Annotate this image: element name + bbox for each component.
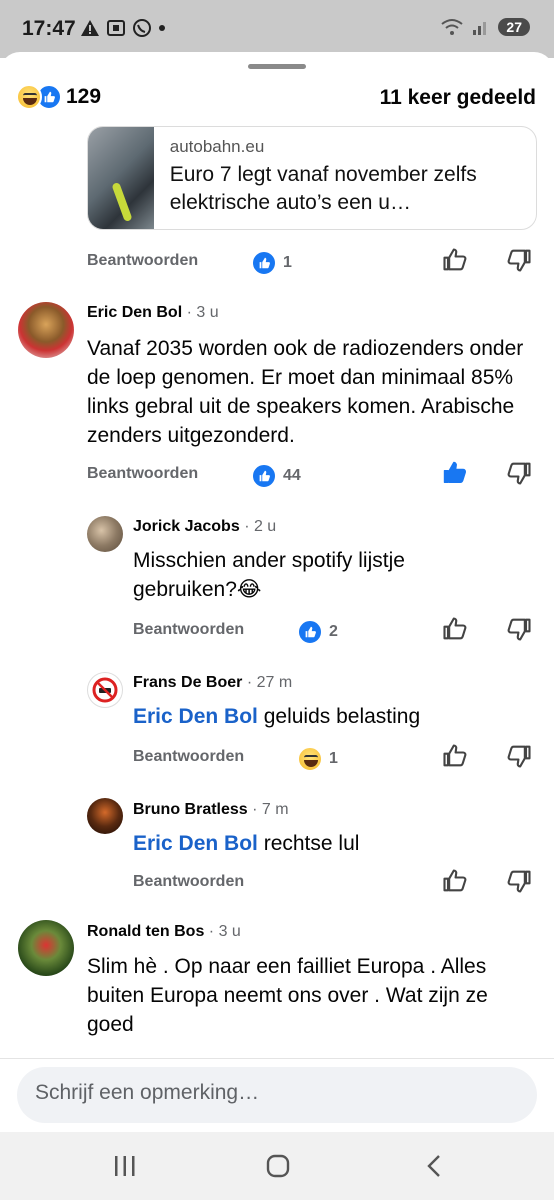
comment-text: Eric Den Bol geluids belasting [133,702,513,731]
thumbs-down-icon[interactable] [505,615,533,643]
mention-link[interactable]: Eric Den Bol [133,832,258,855]
comment-time: · 3 u [208,923,241,940]
comment-input[interactable]: Schrijf een opmerking… [17,1067,537,1123]
sheet-drag-handle[interactable] [248,64,306,69]
author-name[interactable]: Bruno Bratless [133,801,248,818]
comment-author[interactable]: Jorick Jacobs · 2 u [133,518,276,536]
comment-reactions[interactable]: 2 [297,619,338,645]
reply-button[interactable]: Beantwoorden [133,873,244,891]
status-time: 17:47 [22,17,76,40]
signal-icon [473,22,487,35]
comment-time: · 2 u [244,518,277,535]
thumbs-up-icon[interactable] [441,742,469,770]
comment-text: Eric Den Bol rechtse lul [133,829,513,858]
warning-icon [81,20,99,36]
comment-text: Misschien ander spotify lijstje gebruike… [133,549,405,601]
like-reaction-icon [251,463,277,489]
mention-link[interactable]: Eric Den Bol [133,705,258,728]
thumbs-up-filled-icon[interactable] [441,459,469,487]
thumbs-down-icon[interactable] [505,742,533,770]
screenshot-icon [107,20,125,36]
comment-reactions[interactable]: 44 [251,463,301,489]
reaction-count: 129 [66,85,102,108]
comment-author[interactable]: Eric Den Bol · 3 u [87,304,219,322]
comment-text: Vanaf 2035 worden ook de radiozenders on… [87,337,524,447]
reply-button[interactable]: Beantwoorden [133,748,244,766]
comment-author[interactable]: Bruno Bratless · 7 m [133,801,289,819]
whatsapp-icon [133,19,151,37]
comment-text-body: geluids belasting [257,705,421,728]
link-thumbnail [88,127,154,229]
comment-text-body: rechtse lul [257,832,360,855]
avatar[interactable] [18,302,74,358]
avatar[interactable] [87,798,123,834]
comment-time: · 3 u [186,304,219,321]
haha-reaction-icon [297,746,323,772]
wifi-icon [441,19,464,35]
comment-reaction-count: 1 [329,750,338,767]
battery-indicator: 27 [498,18,530,36]
reply-button[interactable]: Beantwoorden [87,465,198,483]
back-icon[interactable] [424,1154,444,1178]
no-vehicle-sign-icon [92,677,118,703]
comment-time: · 7 m [252,801,289,818]
dot-icon [159,25,165,31]
author-name[interactable]: Frans De Boer [133,674,242,691]
system-icons: 27 [440,18,530,36]
comment-author[interactable]: Frans De Boer · 27 m [133,674,292,692]
reply-button[interactable]: Beantwoorden [133,621,244,639]
notification-icons [80,18,166,38]
home-icon[interactable] [265,1154,291,1178]
avatar[interactable] [18,920,74,976]
reply-button[interactable]: Beantwoorden [87,252,198,270]
reactions-summary[interactable]: 129 [16,84,101,110]
link-title: Euro 7 legt vanaf november zelfs elektri… [169,163,477,214]
comment-reactions[interactable]: 1 [297,746,338,772]
author-name[interactable]: Eric Den Bol [87,304,182,321]
comments-sheet: 129 11 keer gedeeld autobahn.eu Euro 7 l… [0,52,554,1132]
comment-author[interactable]: Ronald ten Bos · 3 u [87,923,241,941]
comment-text: Slim hè . Op naar een failliet Europa . … [87,955,488,1036]
status-bar: 17:47 27 [0,0,554,58]
shares-count[interactable]: 11 keer gedeeld [380,86,536,110]
comment-reactions[interactable]: 1 [251,250,292,276]
system-nav-bar [0,1132,554,1200]
recent-apps-icon[interactable] [112,1154,138,1178]
link-preview-card[interactable]: autobahn.eu Euro 7 legt vanaf november z… [87,126,537,230]
avatar[interactable] [87,516,123,552]
comment-reaction-count: 44 [283,467,301,484]
thumbs-down-icon[interactable] [505,459,533,487]
thumbs-up-icon[interactable] [441,246,469,274]
comment-reaction-count: 2 [329,623,338,640]
author-name[interactable]: Ronald ten Bos [87,923,204,940]
avatar[interactable] [87,672,123,708]
comment-composer-bar: Schrijf een opmerking… [0,1058,554,1132]
thumbs-down-icon[interactable] [505,867,533,895]
like-reaction-icon [251,250,277,276]
thumbs-down-icon[interactable] [505,246,533,274]
haha-reaction-icon [16,84,42,110]
like-reaction-icon [297,619,323,645]
link-domain: autobahn.eu [169,137,265,156]
thumbs-up-icon[interactable] [441,867,469,895]
comment-time: · 27 m [246,674,293,691]
thumbs-up-icon[interactable] [441,615,469,643]
author-name[interactable]: Jorick Jacobs [133,518,240,535]
comment-reaction-count: 1 [283,254,292,271]
